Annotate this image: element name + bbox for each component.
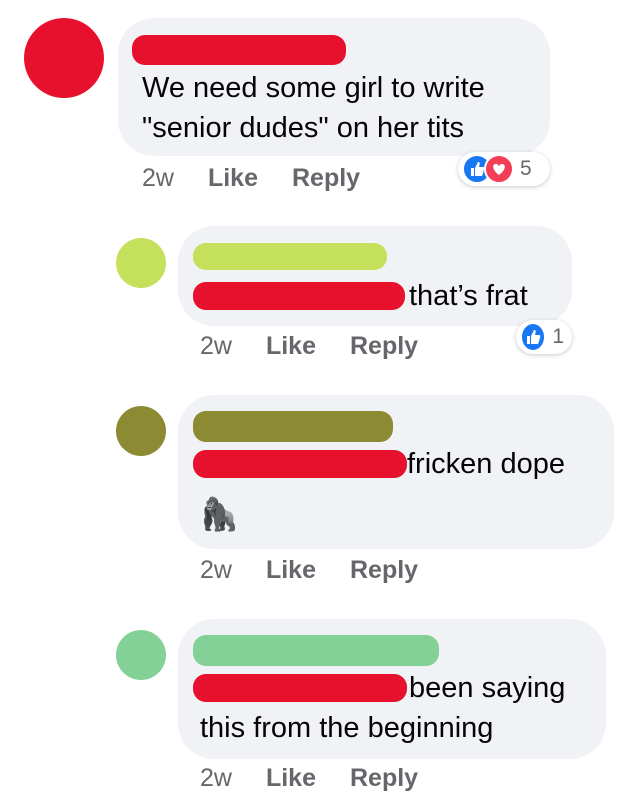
love-icon — [484, 154, 514, 184]
reaction-count: 5 — [520, 157, 532, 180]
avatar[interactable] — [116, 630, 166, 680]
comment-text-line: "senior dudes" on her tits — [142, 112, 465, 144]
comment-actions: 2w Like Reply — [142, 164, 394, 193]
timestamp[interactable]: 2w — [200, 556, 232, 585]
comment-text-line: We need some girl to write — [142, 72, 485, 104]
reply-button[interactable]: Reply — [292, 164, 360, 193]
timestamp[interactable]: 2w — [200, 332, 232, 361]
reaction-count: 1 — [552, 325, 564, 348]
redacted-mention[interactable] — [193, 282, 405, 310]
redacted-author-name[interactable] — [193, 635, 439, 666]
gorilla-emoji: 🦍 — [199, 496, 239, 532]
comment-text: fricken dope — [407, 448, 565, 480]
reply-button[interactable]: Reply — [350, 332, 418, 361]
like-button[interactable]: Like — [266, 764, 316, 793]
reactions-badge[interactable]: 5 — [458, 152, 550, 186]
comment-actions: 2w Like Reply — [200, 556, 452, 585]
like-icon — [520, 322, 547, 352]
comment-text-line: been saying — [409, 672, 566, 704]
avatar[interactable] — [24, 18, 104, 98]
like-button[interactable]: Like — [208, 164, 258, 193]
comment-actions: 2w Like Reply — [200, 332, 452, 361]
reply-button[interactable]: Reply — [350, 556, 418, 585]
comment-actions: 2w Like Reply — [200, 764, 452, 793]
avatar[interactable] — [116, 238, 166, 288]
comment-text: that’s frat — [409, 280, 528, 312]
redacted-author-name[interactable] — [193, 411, 393, 442]
like-button[interactable]: Like — [266, 332, 316, 361]
redacted-author-name[interactable] — [193, 243, 387, 270]
reactions-badge[interactable]: 1 — [516, 320, 572, 354]
comment-thread: We need some girl to write "senior dudes… — [0, 0, 640, 808]
avatar[interactable] — [116, 406, 166, 456]
reply-button[interactable]: Reply — [350, 764, 418, 793]
timestamp[interactable]: 2w — [200, 764, 232, 793]
redacted-author-name[interactable] — [132, 35, 346, 65]
redacted-mention[interactable] — [193, 450, 407, 478]
redacted-mention[interactable] — [193, 674, 407, 702]
comment-text-line: this from the beginning — [200, 712, 494, 744]
timestamp[interactable]: 2w — [142, 164, 174, 193]
like-button[interactable]: Like — [266, 556, 316, 585]
